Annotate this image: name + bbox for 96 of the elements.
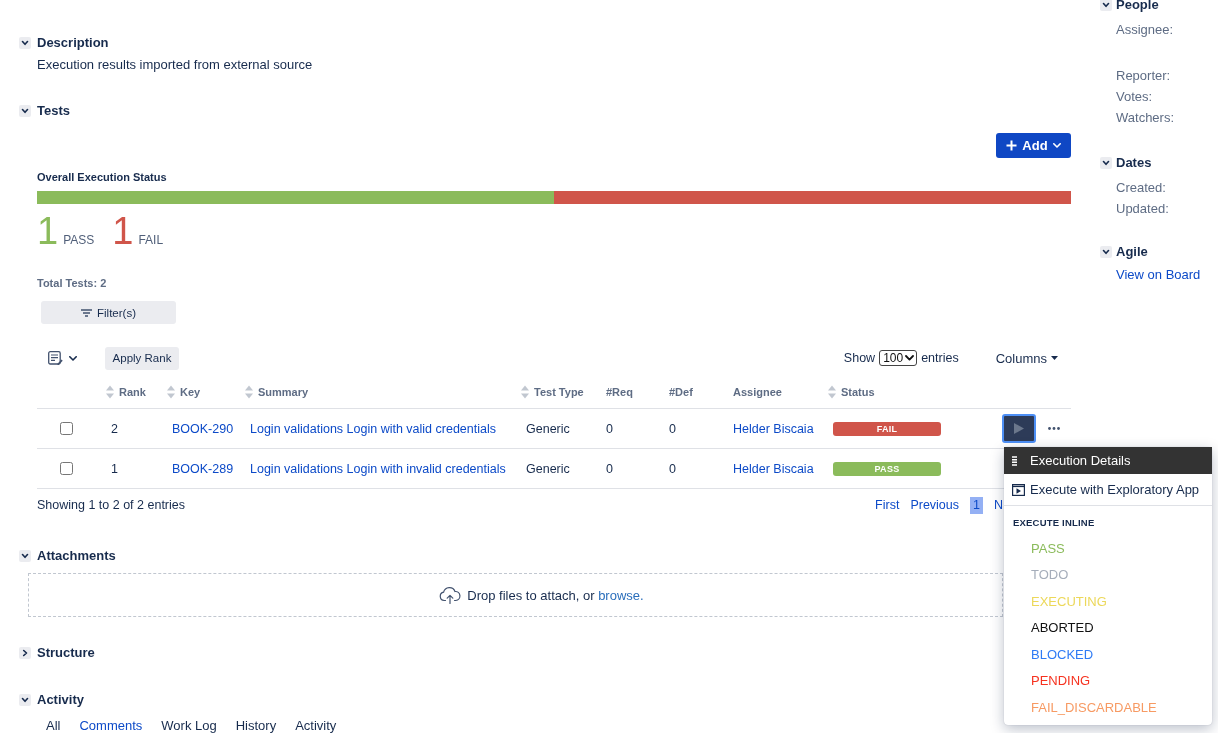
page-size-select[interactable]: 100 — [879, 350, 918, 366]
section-title: Structure — [37, 644, 95, 662]
rank-cell: 2 — [111, 421, 118, 436]
section-title: Tests — [37, 102, 70, 120]
apply-rank-button[interactable]: Apply Rank — [105, 346, 179, 370]
test-type-cell: Generic — [526, 421, 570, 436]
view-on-board-link[interactable]: View on Board — [1098, 264, 1218, 285]
filter-button[interactable]: Filter(s) — [41, 301, 176, 324]
status-badge: FAIL — [833, 421, 941, 436]
status-option[interactable]: PENDING — [1004, 667, 1212, 694]
issue-key-link[interactable]: BOOK-289 — [172, 461, 234, 476]
summary-link[interactable]: Login validations Login with valid credentials — [250, 421, 496, 436]
column-header: #Def — [669, 386, 693, 398]
row-checkbox[interactable] — [60, 422, 73, 435]
play-button[interactable] — [1002, 414, 1036, 443]
list-icon — [48, 351, 63, 365]
chevron-down-icon — [69, 355, 77, 361]
requirements-count: 0 — [606, 421, 613, 436]
filter-icon — [81, 308, 92, 317]
description-text: Execution results imported from external source — [37, 57, 314, 73]
plus-icon — [1006, 140, 1018, 151]
status-count-label: FAIL — [138, 233, 164, 247]
column-header: #Req — [606, 386, 633, 398]
show-label: Show — [843, 351, 876, 365]
assignee-link[interactable]: Helder Biscaia — [733, 461, 814, 476]
field-label: Watchers: — [1115, 109, 1176, 127]
chevron-down-icon[interactable] — [1100, 157, 1112, 169]
activity-tab[interactable]: Comments — [79, 718, 143, 733]
chevron-down-icon — [1052, 143, 1061, 148]
menu-item[interactable]: Execute with Exploratory App — [1004, 476, 1212, 503]
field-label: Updated: — [1115, 200, 1170, 218]
play-icon — [1014, 423, 1024, 434]
field-label: Reporter: — [1115, 67, 1172, 85]
pagination-link[interactable]: N — [993, 496, 1003, 514]
cloud-upload-icon — [439, 586, 462, 604]
test-type-cell: Generic — [526, 461, 570, 476]
list-icon — [1012, 455, 1017, 466]
field-label: Assignee: — [1115, 21, 1175, 39]
play-window-icon — [1012, 483, 1025, 496]
defects-count: 0 — [669, 461, 676, 476]
field-label: Created: — [1115, 179, 1167, 197]
rank-cell: 1 — [111, 461, 118, 476]
activity-tab[interactable]: History — [235, 718, 277, 733]
chevron-right-icon[interactable] — [19, 647, 31, 659]
column-header[interactable]: Rank — [119, 386, 146, 398]
status-title: Overall Execution Status — [37, 170, 168, 184]
pagination-link[interactable]: Previous — [910, 496, 959, 514]
drop-instructions: Drop files to attach, or browse. — [467, 587, 644, 603]
menu-section-title: EXECUTE INLINE — [1012, 516, 1096, 530]
chevron-down-icon[interactable] — [19, 550, 31, 562]
showing-entries-text: Showing 1 to 2 of 2 entries — [37, 498, 185, 512]
column-header[interactable]: Test Type — [534, 386, 584, 398]
total-tests: Total Tests: 2 — [37, 276, 108, 290]
activity-tab[interactable]: All — [46, 718, 61, 733]
status-badge: PASS — [833, 461, 941, 476]
summary-link[interactable]: Login validations Login with invalid credentials — [250, 461, 506, 476]
columns-button[interactable]: Columns — [995, 350, 1058, 366]
column-header[interactable]: Status — [841, 386, 875, 398]
field-label: Votes: — [1115, 88, 1154, 106]
section-title: Attachments — [37, 547, 116, 565]
chevron-down-icon[interactable] — [1100, 0, 1112, 11]
requirements-count: 0 — [606, 461, 613, 476]
status-count: 1 — [37, 211, 59, 251]
chevron-down-icon[interactable] — [19, 105, 31, 117]
browse-link[interactable]: browse. — [598, 587, 644, 603]
status-count: 1 — [112, 211, 134, 251]
pagination-link[interactable]: First — [875, 496, 900, 514]
entries-label: entries — [921, 351, 959, 365]
chevron-down-icon — [905, 355, 915, 361]
view-options-button[interactable] — [48, 351, 77, 365]
issue-key-link[interactable]: BOOK-290 — [172, 421, 234, 436]
section-title: Description — [37, 34, 109, 52]
add-button[interactable]: Add — [996, 133, 1071, 158]
status-option[interactable]: ABORTED — [1004, 614, 1212, 641]
pagination-link[interactable]: 1 — [970, 496, 983, 514]
section-title: Agile — [1116, 243, 1148, 261]
status-count-label: PASS — [63, 233, 95, 247]
activity-tab[interactable]: Activity — [295, 718, 337, 733]
menu-item[interactable]: Execution Details — [1004, 447, 1212, 474]
assignee-link[interactable]: Helder Biscaia — [733, 421, 814, 436]
more-icon[interactable] — [1048, 427, 1060, 430]
status-option[interactable]: BLOCKED — [1004, 641, 1212, 668]
chevron-down-icon[interactable] — [1100, 246, 1112, 258]
column-header: Assignee — [733, 386, 782, 398]
activity-tab[interactable]: Work Log — [161, 718, 217, 733]
row-checkbox[interactable] — [60, 462, 73, 475]
section-title: People — [1116, 0, 1159, 14]
chevron-down-icon[interactable] — [19, 37, 31, 49]
defects-count: 0 — [669, 421, 676, 436]
section-title: Activity — [37, 691, 84, 709]
file-drop-zone[interactable]: Drop files to attach, or browse. — [28, 573, 1003, 617]
chevron-down-icon[interactable] — [19, 694, 31, 706]
column-header[interactable]: Key — [180, 386, 201, 398]
column-header[interactable]: Summary — [258, 386, 309, 398]
section-title: Dates — [1116, 154, 1152, 172]
caret-down-icon — [1051, 356, 1058, 360]
